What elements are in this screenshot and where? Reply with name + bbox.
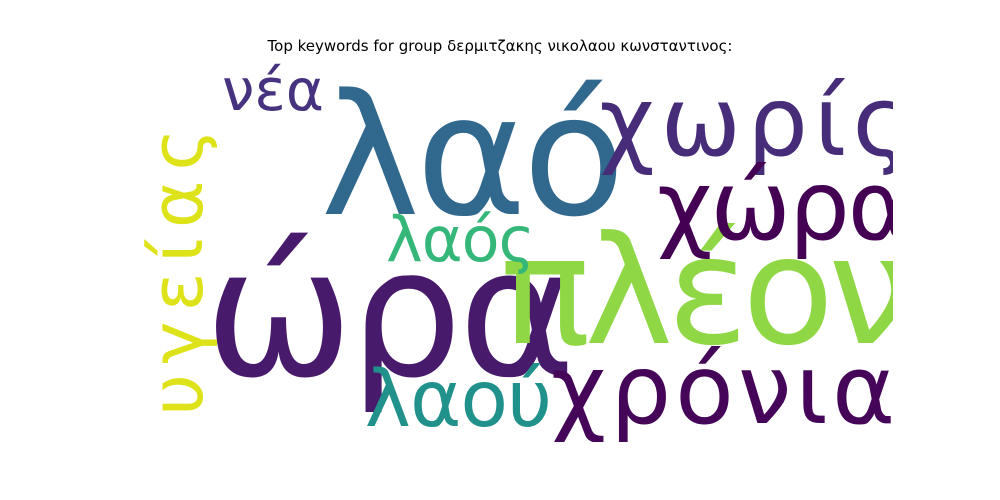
- word-cloud: λαό ώρα πλέον χωρίς χώρα χρόνια υγείας ν…: [143, 62, 893, 442]
- word-ygeias: υγείας: [143, 118, 219, 416]
- word-nea: νέα: [222, 62, 324, 124]
- word-laou: λαού: [364, 355, 552, 442]
- word-chronia: χρόνια: [550, 334, 893, 442]
- figure: Top keywords for group δερμιτζακης νικολ…: [0, 0, 1000, 500]
- word-laos: λαός: [386, 203, 535, 276]
- word-chora: χώρα: [656, 150, 893, 262]
- figure-title: Top keywords for group δερμιτζακης νικολ…: [267, 37, 733, 55]
